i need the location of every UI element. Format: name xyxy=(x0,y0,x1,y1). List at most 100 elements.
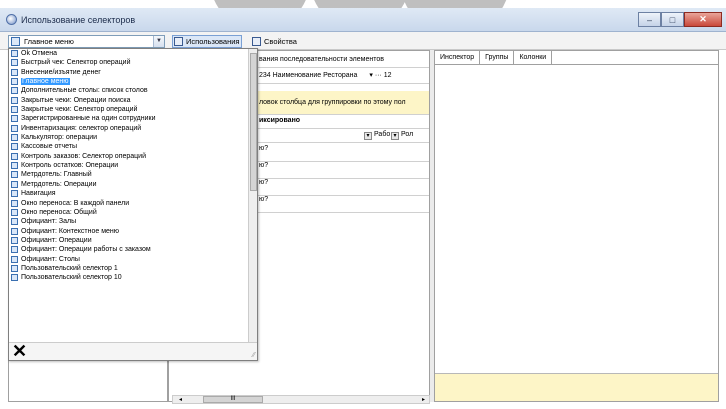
dropdown-item[interactable]: Официант: Операции xyxy=(9,236,249,245)
resize-grip-icon[interactable]: ⁄⁄ xyxy=(253,352,255,359)
selector-item-icon xyxy=(11,68,18,76)
dropdown-item[interactable]: Быстрый чек: Селектор операций xyxy=(9,58,249,67)
col-rol-header[interactable]: Рол xyxy=(401,131,413,138)
dropdown-item[interactable]: Контроль остатков: Операции xyxy=(9,161,249,170)
close-icon[interactable]: ✕ xyxy=(12,342,27,360)
dropdown-item-label: Внесение/изъятие денег xyxy=(21,68,101,76)
dropdown-item[interactable]: Ok Отмена xyxy=(9,49,249,58)
dropdown-item[interactable]: Кассовые отчеты xyxy=(9,142,249,151)
tab-columns[interactable]: Колонки xyxy=(514,51,553,65)
dropdown-item[interactable]: Официант: Залы xyxy=(9,217,249,226)
dropdown-item[interactable]: Метрдотель: Операции xyxy=(9,180,249,189)
chevron-down-icon[interactable]: ▼ xyxy=(153,36,164,47)
selector-item-icon xyxy=(11,50,18,57)
scroll-thumb[interactable]: III xyxy=(203,396,263,403)
filter-dropdown-icon[interactable]: ▾ xyxy=(364,132,372,140)
dropdown-item-label: Официант: Операции работы с заказом xyxy=(21,246,151,254)
inspector-tabs: Инспектор Группы Колонки xyxy=(435,51,718,65)
selector-item-icon xyxy=(11,87,18,95)
dropdown-item[interactable]: Инвентаризация: селектор операций xyxy=(9,124,249,133)
dropdown-item-label: Зарегистрированные на один сотрудники xyxy=(21,115,156,123)
selector-item-icon xyxy=(11,59,18,67)
maximize-button[interactable]: □ xyxy=(661,12,684,27)
horizontal-scrollbar[interactable]: ◂ III ▸ xyxy=(172,395,430,404)
selector-item-icon xyxy=(11,152,18,160)
dropdown-item-label: Официант: Операции xyxy=(21,236,92,244)
dropdown-item-label: Окно переноса: Общий xyxy=(21,208,97,216)
dropdown-item-label: Официант: Столы xyxy=(21,255,80,263)
window-controls: – □ ✕ xyxy=(638,12,722,27)
dropdown-item-label: Закрытые чеки: Операции поиска xyxy=(21,96,131,104)
dropdown-item-label: Контроль остатков: Операции xyxy=(21,162,119,170)
dropdown-item-label: Официант: Контекстное меню xyxy=(21,227,120,235)
selector-item-icon xyxy=(11,115,18,123)
selector-combobox[interactable]: Главное меню ▼ xyxy=(8,35,165,48)
selector-item-icon xyxy=(11,208,18,216)
tab-inspector[interactable]: Инспектор xyxy=(435,51,481,65)
dropdown-item[interactable]: Официант: Столы xyxy=(9,255,249,264)
selector-item-icon xyxy=(11,199,18,207)
dropdown-item[interactable]: Пользовательский селектор 10 xyxy=(9,273,249,282)
dropdown-item[interactable]: Официант: Контекстное меню xyxy=(9,227,249,236)
dropdown-item-label: Инвентаризация: селектор операций xyxy=(21,124,142,132)
selector-item-icon xyxy=(11,162,18,170)
dropdown-item[interactable]: Пользовательский селектор 1 xyxy=(9,264,249,273)
properties-label: Свойства xyxy=(264,37,297,46)
usage-label: Использования xyxy=(186,37,240,46)
usage-icon xyxy=(174,37,183,46)
row-mark: ю? xyxy=(259,162,269,169)
dropdown-item-label: Контроль заказов: Селектор операций xyxy=(21,152,147,160)
dropdown-item[interactable]: Метрдотель: Главный xyxy=(9,170,249,179)
dropdown-item-label: Закрытые чеки: Селектор операций xyxy=(21,106,138,114)
properties-button[interactable]: Свойства xyxy=(252,35,297,48)
dropdown-item[interactable]: Главное меню xyxy=(9,77,249,86)
selector-item-icon xyxy=(11,236,18,244)
minimize-button[interactable]: – xyxy=(638,12,661,27)
dropdown-item[interactable]: Закрытые чеки: Операции поиска xyxy=(9,96,249,105)
selector-dropdown-list: Ok Отмена Быстрый чек: Селектор операций В… xyxy=(8,48,258,361)
selector-item-icon xyxy=(11,264,18,272)
selector-item-icon xyxy=(11,255,18,263)
dropdown-item-label: Калькулятор: операции xyxy=(21,134,98,142)
app-icon xyxy=(6,14,17,25)
selector-item-icon xyxy=(11,96,18,104)
selector-item-icon xyxy=(11,106,18,114)
scroll-left-icon[interactable]: ◂ xyxy=(179,396,182,403)
dropdown-item[interactable]: Контроль заказов: Селектор операций xyxy=(9,152,249,161)
col-rab-header[interactable]: Рабо xyxy=(374,131,390,138)
app-window: Использование селекторов – □ ✕ Главное м… xyxy=(0,0,726,409)
dropdown-item-label: Главное меню xyxy=(21,78,70,86)
tab-groups[interactable]: Группы xyxy=(480,51,515,65)
selector-item-icon xyxy=(11,274,18,282)
dropdown-item-label: Пользовательский селектор 1 xyxy=(21,264,118,272)
dropdown-item-label: Дополнительные столы: список столов xyxy=(21,87,148,95)
scroll-right-icon[interactable]: ▸ xyxy=(422,396,425,403)
row-mark: ю? xyxy=(259,196,269,203)
dropdown-item[interactable]: Официант: Операции работы с заказом xyxy=(9,245,249,254)
dropdown-scroll-thumb[interactable] xyxy=(250,53,257,191)
dropdown-item[interactable]: Калькулятор: операции xyxy=(9,133,249,142)
window-title: Использование селекторов xyxy=(21,15,136,25)
dropdown-item[interactable]: Окно переноса: Общий xyxy=(9,208,249,217)
dropdown-item[interactable]: Дополнительные столы: список столов xyxy=(9,86,249,95)
dropdown-item-label: Метрдотель: Операции xyxy=(21,180,97,188)
dropdown-item[interactable]: Зарегистрированные на один сотрудники xyxy=(9,114,249,123)
dropdown-item[interactable]: Окно переноса: В каждой панели xyxy=(9,199,249,208)
filter-dropdown-icon-2[interactable]: ▾ xyxy=(391,132,399,140)
dropdown-item[interactable]: Навигация xyxy=(9,189,249,198)
selector-item-icon xyxy=(11,78,18,86)
dropdown-item[interactable]: Закрытые чеки: Селектор операций xyxy=(9,105,249,114)
dropdown-scrollbar[interactable] xyxy=(248,49,257,342)
row-mark: ю? xyxy=(259,179,269,186)
inspector-pane: Инспектор Группы Колонки xyxy=(434,50,719,402)
usage-button[interactable]: Использования xyxy=(172,35,243,48)
dropdown-item[interactable]: Внесение/изъятие денег xyxy=(9,68,249,77)
selector-item-icon xyxy=(11,143,18,151)
selector-item-icon xyxy=(11,171,18,179)
restaurant-name: 234 Наименование Ресторана xyxy=(259,72,358,79)
selector-item-icon xyxy=(11,227,18,235)
selector-item-icon xyxy=(11,246,18,254)
close-window-button[interactable]: ✕ xyxy=(684,12,722,27)
dropdown-footer: ✕ ⁄⁄ xyxy=(9,342,257,360)
title-bar: Использование селекторов – □ ✕ xyxy=(0,8,726,32)
